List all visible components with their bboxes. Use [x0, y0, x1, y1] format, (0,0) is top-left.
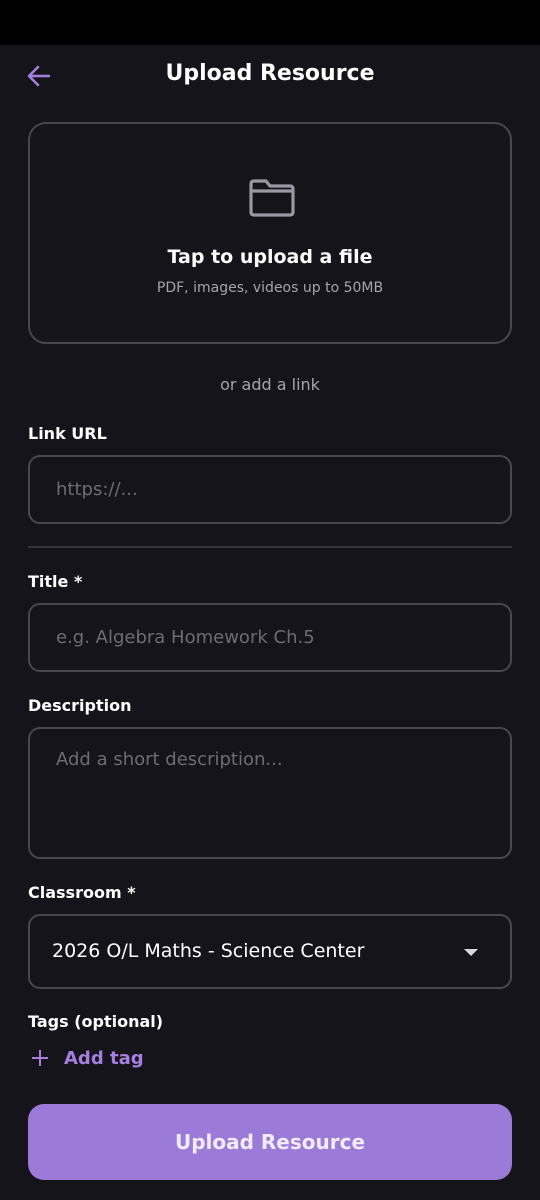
plus-icon — [30, 1048, 50, 1068]
app-bar: Upload Resource — [0, 45, 540, 107]
add-tag-label: Add tag — [64, 1047, 144, 1069]
title-label: Title * — [28, 572, 83, 591]
classroom-label: Classroom * — [28, 883, 136, 902]
caret-down-icon — [464, 949, 478, 956]
upload-subtitle: PDF, images, videos up to 50MB — [156, 280, 384, 296]
description-label: Description — [28, 696, 132, 715]
link-url-field-container — [28, 455, 512, 524]
file-upload-area[interactable]: Tap to upload a file PDF, images, videos… — [28, 122, 512, 344]
upload-title: Tap to upload a file — [167, 246, 373, 268]
classroom-select[interactable]: 2026 O/L Maths - Science Center — [28, 914, 512, 989]
add-tag-button[interactable]: Add tag — [30, 1042, 144, 1074]
upload-resource-button[interactable]: Upload Resource — [28, 1104, 512, 1180]
link-url-input[interactable] — [30, 457, 510, 522]
divider — [28, 546, 512, 548]
title-input[interactable] — [30, 605, 510, 670]
classroom-selected-value: 2026 O/L Maths - Science Center — [52, 940, 365, 962]
description-field-container — [28, 727, 512, 859]
description-input[interactable] — [30, 729, 510, 857]
tags-label: Tags (optional) — [28, 1012, 164, 1031]
title-field-container — [28, 603, 512, 672]
status-bar — [0, 0, 540, 45]
link-url-label: Link URL — [28, 424, 107, 443]
or-add-link-text: or add a link — [220, 375, 320, 394]
folder-icon — [249, 179, 295, 217]
page-title: Upload Resource — [165, 61, 375, 86]
